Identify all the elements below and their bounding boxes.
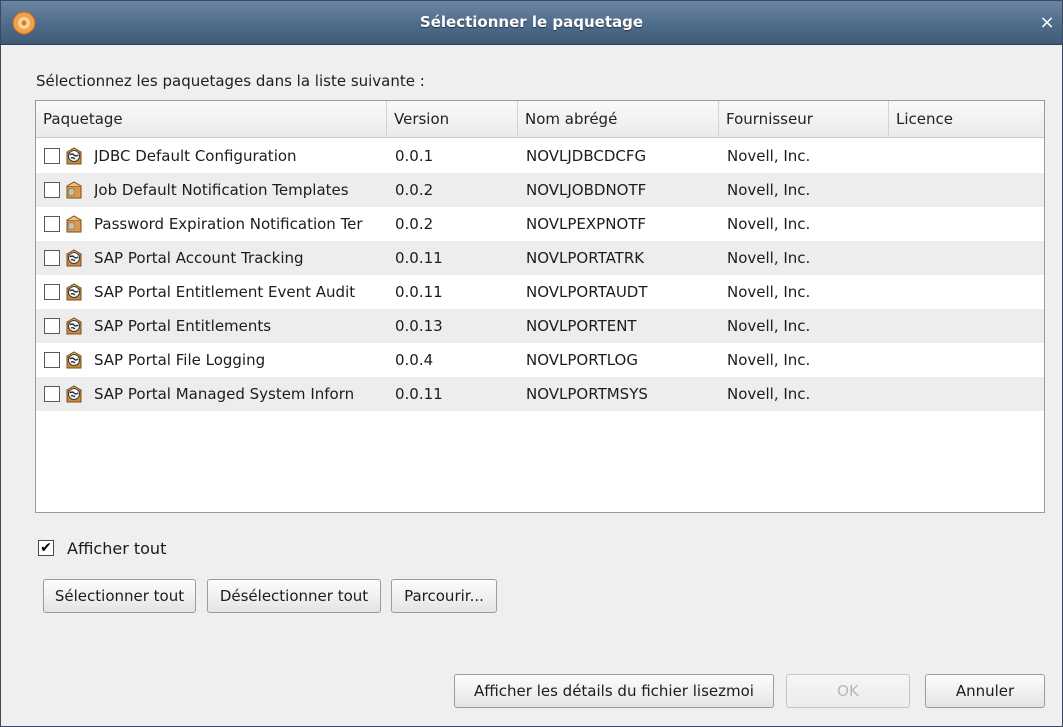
package-name-cell: SAP Portal File Logging — [94, 351, 266, 369]
vendor-cell: Novell, Inc. — [727, 147, 811, 165]
short-name-cell: NOVLPORTENT — [526, 317, 637, 335]
package-name-cell: Password Expiration Notification Ter — [94, 215, 363, 233]
vendor-cell: Novell, Inc. — [727, 317, 811, 335]
version-cell: 0.0.11 — [395, 283, 443, 301]
row-checkbox[interactable] — [44, 386, 60, 402]
version-cell: 0.0.4 — [395, 351, 434, 369]
package-name-cell: JDBC Default Configuration — [94, 147, 297, 165]
ok-button[interactable]: OK — [786, 674, 910, 708]
short-name-cell: NOVLJDBCDCFG — [526, 147, 647, 165]
show-all-check-icon[interactable]: ✔ — [38, 540, 54, 556]
license-cell — [897, 343, 1037, 377]
globe-package-icon — [64, 282, 84, 302]
vendor-cell: Novell, Inc. — [727, 249, 811, 267]
package-name-cell: SAP Portal Managed System Inforn — [94, 385, 355, 403]
license-cell — [897, 309, 1037, 343]
globe-package-icon — [64, 384, 84, 404]
instruction-label: Sélectionnez les paquetages dans la list… — [36, 72, 425, 90]
version-cell: 0.0.1 — [395, 147, 434, 165]
globe-package-icon — [64, 350, 84, 370]
row-checkbox[interactable] — [44, 250, 60, 266]
cancel-button[interactable]: Annuler — [925, 674, 1045, 708]
browse-button[interactable]: Parcourir... — [391, 579, 497, 613]
short-name-cell: NOVLPORTLOG — [526, 351, 638, 369]
select-all-button[interactable]: Sélectionner tout — [43, 579, 196, 613]
package-name-cell: SAP Portal Entitlements — [94, 317, 272, 335]
version-cell: 0.0.11 — [395, 249, 443, 267]
vendor-cell: Novell, Inc. — [727, 283, 811, 301]
table-row[interactable]: Password Expiration Notification Ter 0.0.… — [36, 207, 1044, 241]
license-cell — [897, 139, 1037, 173]
package-name-cell: SAP Portal Account Tracking — [94, 249, 304, 267]
column-header-version[interactable]: Version — [387, 101, 518, 138]
table-row[interactable]: Job Default Notification Templates 0.0.2 N… — [36, 173, 1044, 207]
version-cell: 0.0.13 — [395, 317, 443, 335]
version-cell: 0.0.2 — [395, 215, 434, 233]
package-table[interactable]: Paquetage Version Nom abrégé Fournisseur… — [35, 100, 1045, 513]
box-package-icon — [64, 180, 84, 200]
short-name-cell: NOVLPORTAUDT — [526, 283, 648, 301]
row-checkbox[interactable] — [44, 182, 60, 198]
table-row[interactable]: SAP Portal Managed System Inforn 0.0.11 NO… — [36, 377, 1044, 411]
vendor-cell: Novell, Inc. — [727, 385, 811, 403]
deselect-all-button[interactable]: Désélectionner tout — [207, 579, 381, 613]
column-header-package[interactable]: Paquetage — [36, 101, 387, 138]
table-row[interactable]: SAP Portal Account Tracking 0.0.11 NOVLPOR… — [36, 241, 1044, 275]
window-title: Sélectionner le paquetage — [419, 13, 644, 31]
box-package-icon — [64, 214, 84, 234]
column-header-license[interactable]: Licence — [889, 101, 1044, 138]
package-name-cell: Job Default Notification Templates — [94, 181, 349, 199]
table-row[interactable]: JDBC Default Configuration 0.0.1 NOVLJDBCD… — [36, 139, 1044, 173]
short-name-cell: NOVLPORTMSYS — [526, 385, 648, 403]
table-row[interactable]: SAP Portal Entitlement Event Audit 0.0.11… — [36, 275, 1044, 309]
license-cell — [897, 207, 1037, 241]
vendor-cell: Novell, Inc. — [727, 351, 811, 369]
version-cell: 0.0.2 — [395, 181, 434, 199]
globe-package-icon — [64, 248, 84, 268]
table-header: Paquetage Version Nom abrégé Fournisseur… — [36, 101, 1044, 138]
vendor-cell: Novell, Inc. — [727, 215, 811, 233]
row-checkbox[interactable] — [44, 216, 60, 232]
globe-package-icon — [64, 316, 84, 336]
table-row[interactable]: SAP Portal Entitlements 0.0.13 NOVLPORTENT… — [36, 309, 1044, 343]
short-name-cell: NOVLJOBDNOTF — [526, 181, 647, 199]
column-header-vendor[interactable]: Fournisseur — [719, 101, 889, 138]
title-bar[interactable]: Sélectionner le paquetage × — [1, 1, 1062, 45]
dialog-window: Sélectionner le paquetage × Sélectionnez… — [0, 0, 1063, 727]
row-checkbox[interactable] — [44, 352, 60, 368]
row-checkbox[interactable] — [44, 148, 60, 164]
vendor-cell: Novell, Inc. — [727, 181, 811, 199]
row-checkbox[interactable] — [44, 318, 60, 334]
row-checkbox[interactable] — [44, 284, 60, 300]
close-icon[interactable]: × — [1036, 13, 1058, 35]
package-name-cell: SAP Portal Entitlement Event Audit — [94, 283, 356, 301]
license-cell — [897, 241, 1037, 275]
table-row[interactable]: SAP Portal File Logging 0.0.4 NOVLPORTLOG N… — [36, 343, 1044, 377]
short-name-cell: NOVLPEXPNOTF — [526, 215, 647, 233]
license-cell — [897, 173, 1037, 207]
column-header-short-name[interactable]: Nom abrégé — [518, 101, 719, 138]
show-all-label: Afficher tout — [67, 539, 167, 558]
globe-package-icon — [64, 146, 84, 166]
license-cell — [897, 275, 1037, 309]
license-cell — [897, 377, 1037, 411]
version-cell: 0.0.11 — [395, 385, 443, 403]
short-name-cell: NOVLPORTATRK — [526, 249, 645, 267]
show-readme-button[interactable]: Afficher les détails du fichier lisezmoi — [454, 674, 774, 708]
